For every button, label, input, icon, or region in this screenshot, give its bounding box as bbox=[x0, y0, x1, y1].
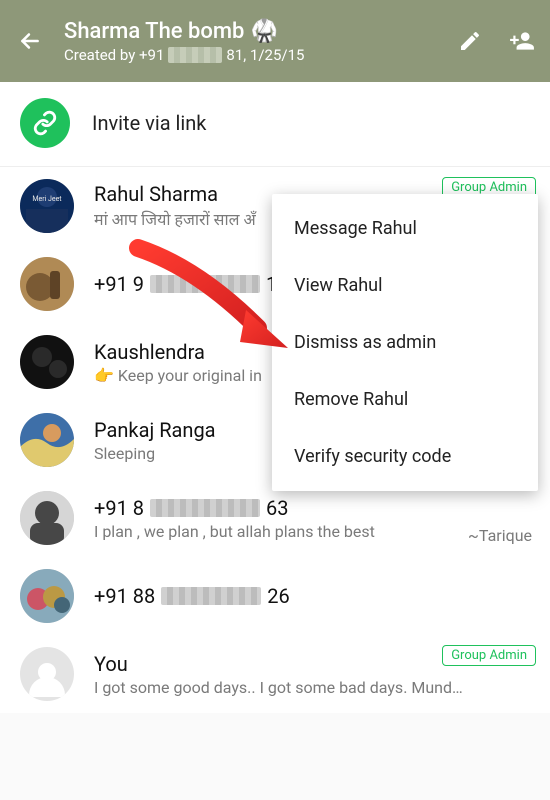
participant-row[interactable]: +91 88 26 bbox=[0, 557, 550, 635]
invite-link-avatar bbox=[20, 98, 70, 148]
avatar bbox=[20, 335, 74, 389]
add-participant-button[interactable] bbox=[508, 27, 536, 55]
avatar bbox=[20, 257, 74, 311]
participant-row-self[interactable]: You I got some good days.. I got some ba… bbox=[0, 635, 550, 713]
avatar bbox=[20, 413, 74, 467]
pointing-right-icon: 👉 bbox=[94, 366, 114, 385]
participant-alias: ~Tarique bbox=[468, 526, 532, 545]
participant-phone-prefix: +91 9 bbox=[94, 272, 144, 296]
pencil-icon bbox=[458, 29, 482, 53]
participant-phone-prefix: +91 88 bbox=[94, 584, 155, 608]
avatar-placeholder bbox=[20, 647, 74, 701]
link-icon bbox=[32, 110, 58, 136]
avatar bbox=[20, 491, 74, 545]
participant-name: Rahul Sharma bbox=[94, 182, 218, 206]
redacted-number bbox=[168, 47, 222, 63]
header-actions bbox=[456, 27, 536, 55]
redacted-number bbox=[161, 587, 261, 605]
participant-context-menu: Message Rahul View Rahul Dismiss as admi… bbox=[272, 194, 538, 491]
group-info-header: Sharma The bomb 🥋 Created by +91 81, 1/2… bbox=[0, 0, 550, 82]
group-title: Sharma The bomb bbox=[64, 19, 244, 44]
menu-dismiss-admin[interactable]: Dismiss as admin bbox=[272, 314, 538, 371]
invite-via-link-row[interactable]: Invite via link bbox=[0, 82, 550, 167]
arrow-left-icon bbox=[17, 28, 43, 54]
participant-phone-suffix: 26 bbox=[267, 584, 289, 608]
participant-name: Kaushlendra bbox=[94, 340, 205, 364]
participant-phone-prefix: +91 8 bbox=[94, 496, 144, 520]
redacted-number bbox=[150, 499, 260, 517]
add-person-icon bbox=[509, 28, 535, 54]
participant-status: Keep your original in bbox=[118, 366, 262, 385]
avatar bbox=[20, 569, 74, 623]
participant-status: I got some good days.. I got some bad da… bbox=[94, 678, 534, 697]
redacted-number bbox=[150, 275, 260, 293]
avatar: Meri Jeet bbox=[20, 179, 74, 233]
back-button[interactable] bbox=[14, 25, 46, 57]
svg-text:Meri Jeet: Meri Jeet bbox=[32, 195, 62, 203]
group-admin-badge: Group Admin bbox=[442, 645, 536, 666]
menu-view[interactable]: View Rahul bbox=[272, 257, 538, 314]
edit-button[interactable] bbox=[456, 27, 484, 55]
invite-via-link-label: Invite via link bbox=[92, 111, 206, 135]
created-by-suffix: 81, 1/25/15 bbox=[226, 46, 304, 64]
menu-remove[interactable]: Remove Rahul bbox=[272, 371, 538, 428]
created-by-prefix: Created by +91 bbox=[64, 46, 164, 64]
menu-message[interactable]: Message Rahul bbox=[272, 200, 538, 257]
header-title-block: Sharma The bomb 🥋 Created by +91 81, 1/2… bbox=[64, 19, 456, 64]
participant-name: You bbox=[94, 652, 128, 676]
menu-verify-security[interactable]: Verify security code bbox=[272, 428, 538, 485]
participant-name: Pankaj Ranga bbox=[94, 418, 216, 442]
group-title-emoji: 🥋 bbox=[250, 19, 277, 44]
participant-phone-suffix: 63 bbox=[266, 496, 288, 520]
